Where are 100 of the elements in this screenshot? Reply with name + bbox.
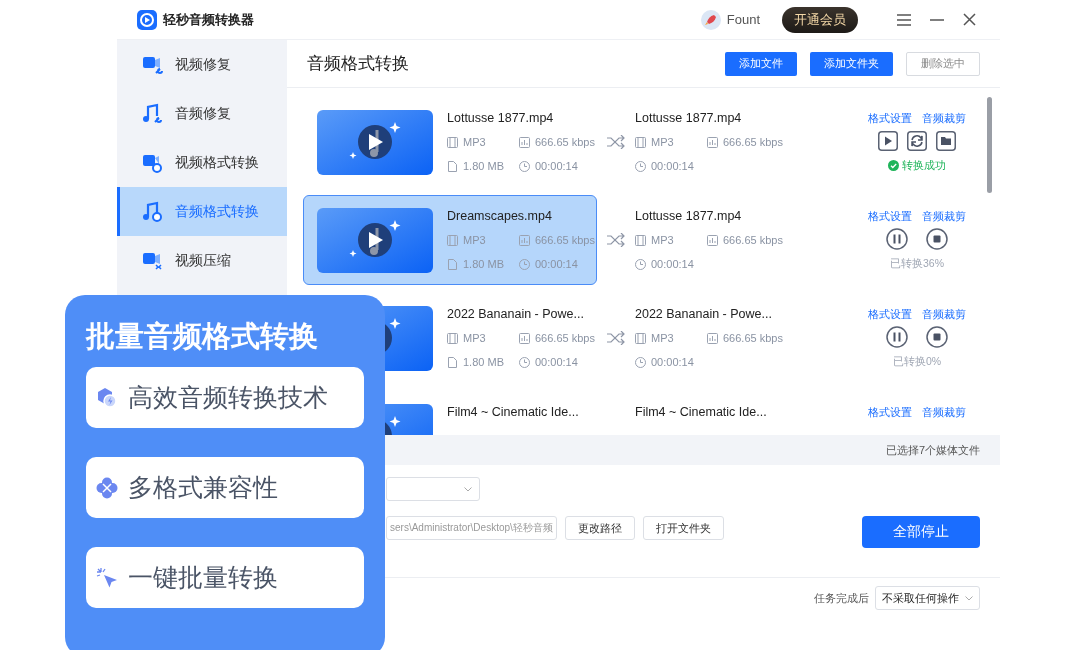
format-text: MP3 — [651, 331, 674, 346]
format-text: MP3 — [651, 135, 674, 150]
pause-icon[interactable] — [886, 228, 908, 250]
duration-text: 00:00:14 — [651, 355, 694, 370]
output-file-name: Film4 ~ Cinematic Ide... — [635, 404, 768, 421]
vip-button[interactable]: 开通会员 — [782, 6, 858, 33]
film-icon — [635, 332, 646, 344]
hexagon-bolt-icon — [96, 386, 118, 409]
output-file-name: 2022 Bananain - Powe... — [635, 306, 773, 323]
feature-label: 一键批量转换 — [128, 562, 278, 593]
menu-icon[interactable] — [897, 13, 911, 26]
sidebar-item[interactable]: 音频格式转换 — [117, 187, 287, 236]
feature-label: 多格式兼容性 — [128, 472, 278, 503]
duration-text: 00:00:14 — [535, 355, 578, 370]
shuffle-icon — [607, 135, 625, 149]
cursor-click-icon — [96, 566, 118, 589]
clock-icon — [635, 356, 646, 368]
film-icon — [635, 234, 646, 246]
play-icon[interactable] — [878, 131, 898, 151]
file-name: Lottusse 1877.mp4 — [447, 110, 555, 127]
duration-text: 00:00:14 — [535, 159, 578, 174]
sidebar-item[interactable]: 音频修复 — [117, 89, 287, 138]
sidebar-item[interactable]: 视频压缩 — [117, 236, 287, 285]
audio-trim-link[interactable]: 音频裁剪 — [922, 401, 966, 423]
bitrate-text: 666.65 kbps — [723, 135, 783, 150]
pause-icon[interactable] — [886, 326, 908, 348]
bar-chart-icon — [519, 136, 530, 148]
stop-icon[interactable] — [926, 228, 948, 250]
clock-icon — [519, 356, 530, 368]
change-path-button[interactable]: 更改路径 — [564, 516, 635, 540]
music-cycle-icon — [142, 201, 163, 222]
bar-chart-icon — [519, 332, 530, 344]
after-task-label: 任务完成后 — [814, 590, 869, 606]
delete-button[interactable]: 删除选中 — [906, 51, 980, 76]
progress-text: 已转换36% — [890, 256, 944, 271]
film-icon — [447, 234, 458, 246]
size-text: 1.80 MB — [463, 159, 504, 174]
format-settings-link[interactable]: 格式设置 — [868, 401, 912, 423]
file-card[interactable]: Lottusse 1877.mp4 MP3 666.65 kbps 1.80 MB 00:00:14 — [303, 97, 597, 187]
format-settings-link[interactable]: 格式设置 — [868, 303, 912, 325]
bar-chart-icon — [707, 234, 718, 246]
status-text: 转换成功 — [888, 153, 946, 177]
bar-chart-icon — [519, 234, 530, 246]
output-file-name: Lottusse 1877.mp4 — [635, 110, 743, 127]
bar-chart-icon — [707, 332, 718, 344]
format-settings-link[interactable]: 格式设置 — [868, 205, 912, 227]
clock-icon — [519, 160, 530, 172]
user-name[interactable]: Fount — [726, 12, 760, 27]
film-icon — [447, 136, 458, 148]
progress-text: 已转换0% — [892, 354, 942, 369]
folder-icon[interactable] — [936, 131, 956, 151]
film-icon — [447, 332, 458, 344]
file-card[interactable]: Dreamscapes.mp4 MP3 666.65 kbps 1.80 MB 00:00:14 — [303, 195, 597, 285]
audio-trim-link[interactable]: 音频裁剪 — [922, 107, 966, 129]
file-icon — [447, 160, 458, 172]
stop-icon[interactable] — [926, 326, 948, 348]
format-text: MP3 — [651, 233, 674, 248]
clock-icon — [635, 258, 646, 270]
output-path-field[interactable]: sers\Administrator\Desktop\轻秒音频 — [386, 516, 557, 540]
bitrate-text: 666.65 kbps — [535, 233, 595, 248]
open-folder-button[interactable]: 打开文件夹 — [642, 516, 724, 540]
close-icon[interactable] — [963, 13, 976, 26]
file-icon — [447, 258, 458, 270]
clock-icon — [635, 160, 646, 172]
stop-all-button[interactable]: 全部停止 — [862, 516, 980, 548]
bitrate-text: 666.65 kbps — [723, 233, 783, 248]
bar-chart-icon — [707, 136, 718, 148]
app-title: 轻秒音频转换器 — [163, 10, 254, 29]
clover-icon — [96, 476, 118, 499]
add-button[interactable]: 添加文件夹 — [810, 51, 893, 76]
video-compress-icon — [142, 250, 163, 271]
after-task-dropdown[interactable]: 不采取任何操作 — [875, 586, 980, 610]
add-button[interactable]: 添加文件 — [725, 51, 797, 76]
video-wrench-icon — [142, 54, 163, 75]
sidebar-item[interactable]: 视频修复 — [117, 40, 287, 89]
size-text: 1.80 MB — [463, 257, 504, 272]
audio-trim-link[interactable]: 音频裁剪 — [922, 303, 966, 325]
file-icon — [447, 356, 458, 368]
size-text: 1.80 MB — [463, 355, 504, 370]
bitrate-text: 666.65 kbps — [535, 331, 595, 346]
audio-trim-link[interactable]: 音频裁剪 — [922, 205, 966, 227]
chevron-down-icon — [464, 486, 472, 492]
file-name: Dreamscapes.mp4 — [447, 208, 553, 225]
music-wrench-icon — [142, 103, 163, 124]
scrollbar-thumb[interactable] — [987, 97, 992, 193]
video-cycle-icon — [142, 152, 163, 173]
check-circle-icon — [888, 159, 899, 171]
refresh-icon[interactable] — [907, 131, 927, 151]
duration-text: 00:00:14 — [651, 159, 694, 174]
duration-text: 00:00:14 — [651, 257, 694, 272]
clock-icon — [519, 258, 530, 270]
sidebar-item[interactable]: 视频格式转换 — [117, 138, 287, 187]
file-name: 2022 Bananain - Powe... — [447, 306, 585, 323]
app-logo-icon — [137, 9, 157, 30]
format-settings-link[interactable]: 格式设置 — [868, 107, 912, 129]
shuffle-icon — [607, 331, 625, 345]
format-text: MP3 — [463, 331, 486, 346]
bitrate-text: 666.65 kbps — [723, 331, 783, 346]
bitrate-text: 666.65 kbps — [535, 135, 595, 150]
page-title: 音频格式转换 — [307, 53, 410, 75]
